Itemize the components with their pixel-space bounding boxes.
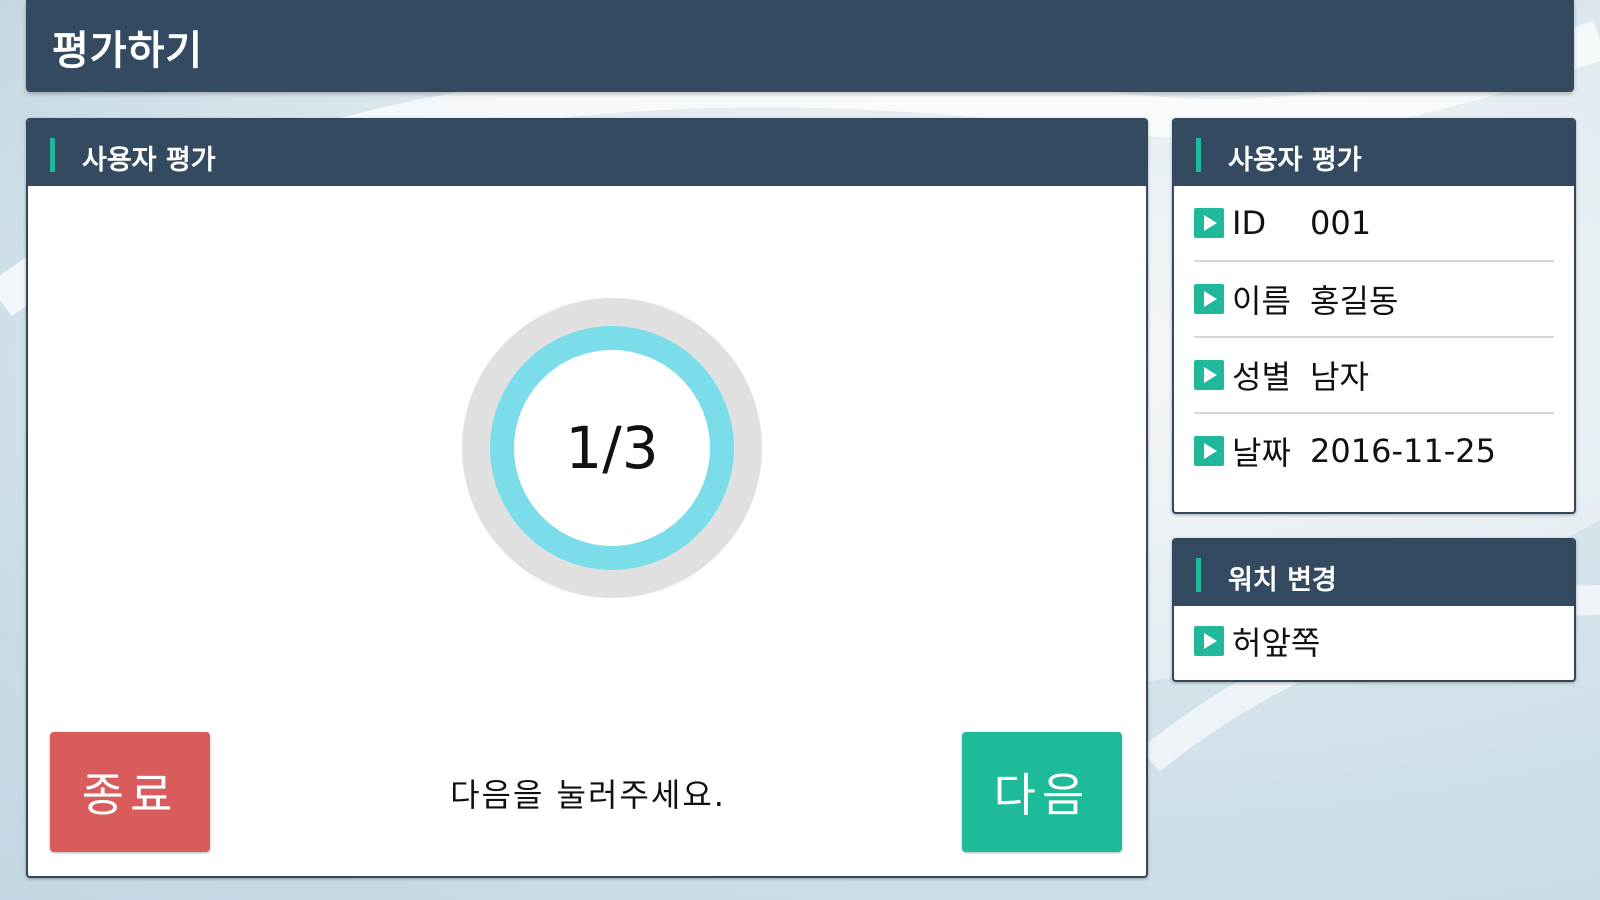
info-value: 남자 — [1310, 358, 1369, 396]
info-value: 홍길동 — [1310, 282, 1399, 320]
info-key: 날짜 — [1232, 434, 1291, 472]
info-row-date: 날짜 2016-11-25 — [1194, 414, 1554, 488]
next-button[interactable]: 다음 — [962, 732, 1122, 852]
info-key: 이름 — [1232, 282, 1291, 320]
app-header: 평가하기 — [26, 0, 1574, 92]
progress-ring: 1/3 — [462, 298, 762, 598]
play-icon — [1194, 284, 1224, 314]
watch-position-value: 허앞쪽 — [1232, 624, 1321, 662]
info-value: 001 — [1310, 204, 1372, 242]
end-button[interactable]: 종료 — [50, 732, 210, 852]
info-value: 2016-11-25 — [1310, 432, 1496, 470]
play-icon — [1194, 208, 1224, 238]
play-icon — [1194, 626, 1224, 656]
evaluation-panel-header: 사용자 평가 — [28, 120, 1146, 186]
play-icon — [1194, 360, 1224, 390]
info-row-id: ID 001 — [1194, 186, 1554, 262]
user-info-panel: 사용자 평가 ID 001 이름 홍길동 성별 남자 날짜 2016-11-25 — [1172, 118, 1576, 514]
info-row-gender: 성별 남자 — [1194, 338, 1554, 414]
info-row-name: 이름 홍길동 — [1194, 262, 1554, 338]
info-key: ID — [1232, 204, 1267, 242]
user-info-title: 사용자 평가 — [1228, 145, 1362, 176]
watch-position-row[interactable]: 허앞쪽 — [1174, 606, 1574, 676]
watch-position-header: 워치 변경 — [1174, 540, 1574, 606]
instruction-text: 다음을 눌러주세요. — [450, 776, 726, 814]
progress-text: 1/3 — [565, 414, 659, 482]
info-key: 성별 — [1232, 358, 1291, 396]
evaluation-panel: 사용자 평가 1/3 종료 다음을 눌러주세요. 다음 — [26, 118, 1148, 878]
app-title: 평가하기 — [52, 28, 204, 74]
header-accent-bar — [50, 138, 55, 172]
evaluation-panel-title: 사용자 평가 — [82, 145, 216, 176]
header-accent-bar — [1196, 558, 1201, 592]
user-info-header: 사용자 평가 — [1174, 120, 1574, 186]
play-icon — [1194, 436, 1224, 466]
watch-position-panel: 워치 변경 허앞쪽 — [1172, 538, 1576, 682]
watch-position-title: 워치 변경 — [1228, 565, 1337, 596]
user-info-list: ID 001 이름 홍길동 성별 남자 날짜 2016-11-25 — [1174, 186, 1574, 488]
header-accent-bar — [1196, 138, 1201, 172]
